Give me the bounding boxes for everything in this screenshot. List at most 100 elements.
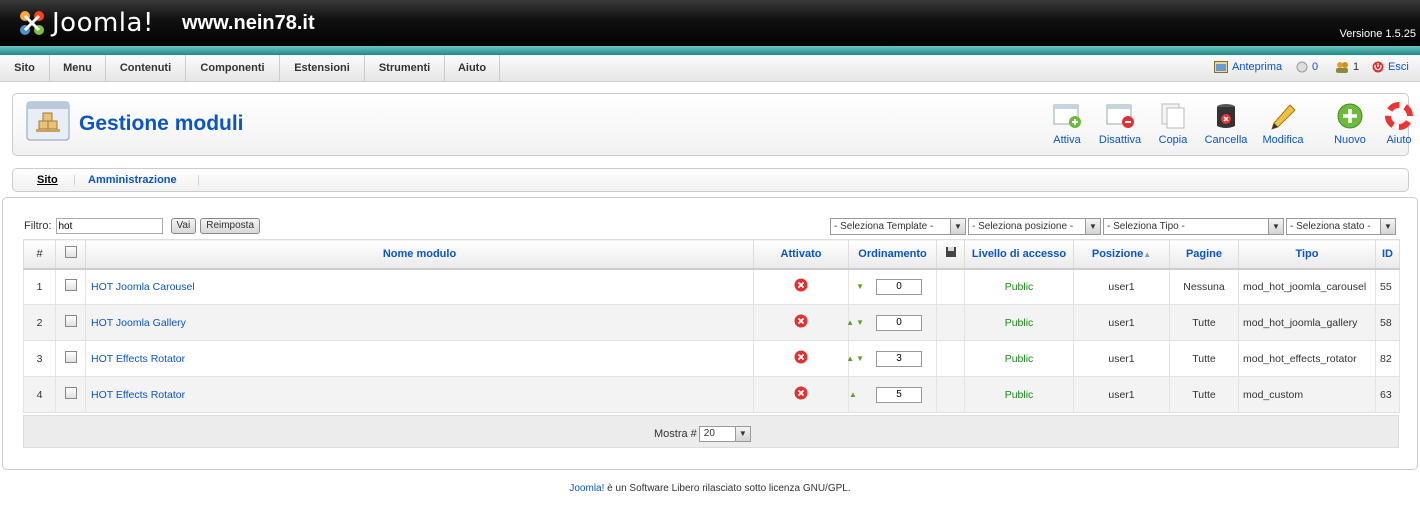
toolbar-box: Gestione moduli Attiva Disattiva Copia C… — [12, 93, 1413, 156]
col-type[interactable]: Tipo — [1238, 239, 1376, 270]
logout-link[interactable]: Esci — [1372, 61, 1409, 73]
help-button[interactable]: Aiuto — [1374, 102, 1420, 146]
header-accent-bar — [0, 46, 1420, 55]
menu-contenuti[interactable]: Contenuti — [106, 55, 186, 82]
col-module-name[interactable]: Nome modulo — [85, 239, 754, 270]
menu-estensioni[interactable]: Estensioni — [280, 55, 365, 82]
access-level[interactable]: Public — [964, 304, 1074, 341]
menu-aiuto[interactable]: Aiuto — [445, 55, 500, 82]
unpublish-icon — [1106, 104, 1134, 128]
template-select[interactable]: - Seleziona Template - ▼ — [830, 218, 966, 235]
disabled-icon[interactable] — [794, 350, 808, 364]
messages-value: 0 — [1312, 61, 1319, 73]
version-label: Versione 1.5.25 — [1339, 28, 1416, 40]
filter-label: Filtro: — [24, 220, 52, 232]
users-icon — [1336, 62, 1348, 73]
edit-button[interactable]: Modifica — [1258, 102, 1308, 146]
col-access[interactable]: Livello di accesso — [964, 239, 1074, 270]
dropdown-arrow-icon: ▼ — [1268, 219, 1283, 234]
menu-sito[interactable]: Sito — [0, 55, 50, 82]
table-header: # Nome modulo Attivato Ordinamento Livel… — [23, 239, 1400, 270]
delete-button[interactable]: Cancella — [1201, 102, 1251, 146]
messages-icon — [1296, 61, 1308, 73]
new-button[interactable]: Nuovo — [1325, 102, 1375, 146]
publish-button[interactable]: Attiva — [1042, 102, 1092, 146]
col-checkall[interactable] — [55, 239, 86, 270]
module-name-link[interactable]: HOT Effects Rotator — [85, 340, 754, 377]
order-input[interactable] — [876, 314, 922, 331]
move-up-icon[interactable]: ▲ — [849, 390, 857, 399]
dropdown-arrow-icon: ▼ — [950, 219, 965, 234]
move-down-icon[interactable]: ▼ — [856, 282, 864, 291]
access-level[interactable]: Public — [964, 376, 1074, 413]
position-select[interactable]: - Seleziona posizione - ▼ — [968, 218, 1101, 235]
disabled-icon[interactable] — [794, 314, 808, 328]
row-checkbox[interactable] — [64, 351, 77, 363]
module-manager-icon — [26, 101, 70, 141]
modules-table: # Nome modulo Attivato Ordinamento Livel… — [23, 239, 1400, 413]
dropdown-arrow-icon: ▼ — [734, 427, 750, 441]
joomla-link[interactable]: Joomla! — [569, 483, 604, 494]
logout-icon — [1372, 61, 1384, 73]
move-up-icon[interactable]: ▲ — [846, 354, 854, 363]
page-title: Gestione moduli — [79, 112, 244, 135]
state-select[interactable]: - Seleziona stato - ▼ — [1286, 218, 1396, 235]
filter-input[interactable] — [55, 218, 163, 234]
joomla-brand: Joomla! — [52, 8, 154, 38]
module-name-link[interactable]: HOT Joomla Gallery — [85, 304, 754, 341]
copy-button[interactable]: Copia — [1148, 102, 1198, 146]
table-row: 2 HOT Joomla Gallery ▲▼ Public user1 Tut… — [23, 304, 1400, 341]
row-checkbox[interactable] — [64, 387, 77, 399]
row-checkbox[interactable] — [64, 279, 77, 292]
col-position[interactable]: Posizione▲ — [1073, 239, 1170, 270]
go-button[interactable]: Vai — [170, 218, 197, 234]
save-order-icon[interactable] — [945, 246, 957, 258]
col-enabled[interactable]: Attivato — [753, 239, 849, 270]
table-row: 1 HOT Joomla Carousel ▼ Public user1 Nes… — [23, 268, 1400, 305]
disabled-icon[interactable] — [794, 278, 808, 292]
publish-icon — [1053, 104, 1081, 128]
table-footer: Mostra # 20 ▼ — [23, 415, 1399, 448]
order-input[interactable] — [876, 350, 922, 367]
module-name-link[interactable]: HOT Effects Rotator — [85, 376, 754, 413]
unpublish-button[interactable]: Disattiva — [1095, 102, 1145, 146]
trash-icon — [1217, 104, 1235, 128]
reset-button[interactable]: Reimposta — [200, 218, 261, 234]
row-checkbox[interactable] — [64, 315, 77, 327]
check-all-checkbox[interactable] — [64, 246, 77, 259]
col-save-order[interactable] — [936, 239, 965, 270]
joomla-logo-icon — [20, 11, 44, 35]
copyright-footer: Joomla! è un Software Libero rilasciato … — [569, 483, 851, 494]
order-input[interactable] — [876, 386, 922, 403]
lifebuoy-icon — [1385, 102, 1413, 130]
move-down-icon[interactable]: ▼ — [856, 318, 864, 327]
tab-separator: | — [73, 174, 76, 186]
order-input[interactable] — [876, 278, 922, 295]
site-name: www.nein78.it — [182, 12, 315, 34]
type-select[interactable]: - Seleziona Tipo - ▼ — [1103, 218, 1284, 235]
add-icon — [1337, 103, 1363, 129]
move-down-icon[interactable]: ▼ — [856, 354, 864, 363]
menu-menu[interactable]: Menu — [50, 55, 106, 82]
move-up-icon[interactable]: ▲ — [846, 318, 854, 327]
table-row: 4 HOT Effects Rotator ▲ Public user1 Tut… — [23, 376, 1400, 413]
filter-bar: Filtro: Vai Reimposta — [24, 218, 261, 234]
menu-componenti[interactable]: Componenti — [186, 55, 280, 82]
col-id[interactable]: ID — [1375, 239, 1400, 270]
dropdown-arrow-icon: ▼ — [1085, 219, 1100, 234]
col-pages[interactable]: Pagine — [1169, 239, 1239, 270]
preview-icon — [1214, 61, 1228, 73]
disabled-icon[interactable] — [794, 386, 808, 400]
menu-strumenti[interactable]: Strumenti — [365, 55, 445, 82]
col-ordering[interactable]: Ordinamento — [848, 239, 937, 270]
module-name-link[interactable]: HOT Joomla Carousel — [85, 268, 754, 305]
preview-link[interactable]: Anteprima — [1214, 61, 1282, 73]
messages-count[interactable]: 0 — [1296, 61, 1318, 73]
sort-asc-icon: ▲ — [1143, 249, 1152, 259]
tab-amministrazione[interactable]: Amministrazione — [88, 174, 177, 186]
top-header: Joomla! www.nein78.it Versione 1.5.25 — [0, 0, 1420, 55]
access-level[interactable]: Public — [964, 340, 1074, 377]
access-level[interactable]: Public — [964, 268, 1074, 305]
limit-select[interactable]: 20 ▼ — [698, 426, 751, 442]
tab-sito[interactable]: Sito — [37, 174, 58, 186]
